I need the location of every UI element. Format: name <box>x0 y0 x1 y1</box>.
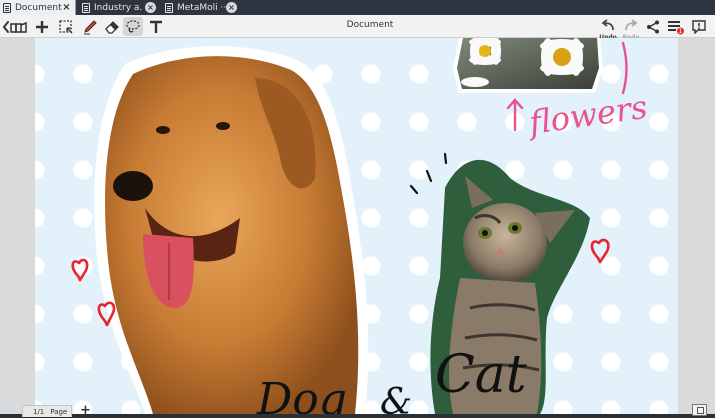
fullscreen-button[interactable] <box>692 404 707 416</box>
undo-button[interactable]: Undo <box>596 16 620 41</box>
redo-icon <box>625 19 638 31</box>
plus-icon <box>36 20 48 33</box>
document-icon <box>165 2 173 13</box>
page-number: 1/1 <box>33 407 45 416</box>
tab-document[interactable]: Document × <box>0 0 76 15</box>
lasso-icon <box>126 19 140 32</box>
undo-icon <box>601 19 614 31</box>
share-icon <box>647 20 659 33</box>
add-button[interactable] <box>32 17 52 36</box>
speech-bubble-icon <box>692 19 706 34</box>
text-icon <box>150 20 162 33</box>
redo-button[interactable]: Redo <box>619 16 643 41</box>
close-tab-icon[interactable]: × <box>226 2 237 13</box>
dog-photo[interactable] <box>94 46 369 414</box>
toolbar: Document Undo Redo 1 <box>0 15 715 41</box>
tab-label: MetaMoli ··· <box>177 2 230 13</box>
tab-industry[interactable]: Industry a. × <box>79 0 159 15</box>
flowers-text: flowers <box>525 88 650 142</box>
excitement-marks <box>409 152 448 195</box>
note-canvas[interactable]: flowers Dog & Cat <box>35 38 678 414</box>
back-to-library-button[interactable] <box>2 17 28 36</box>
page-label: Page <box>50 407 68 416</box>
close-tab-icon[interactable]: × <box>61 2 72 13</box>
document-icon <box>3 2 11 13</box>
tab-bar: Document × Industry a. × MetaMoli ··· × <box>0 0 715 15</box>
add-page-button[interactable]: + <box>80 403 91 418</box>
menu-icon: 1 <box>668 20 684 35</box>
page-indicator[interactable]: 1/1 Page <box>22 405 72 417</box>
left-gutter <box>0 38 35 414</box>
close-tab-icon[interactable]: × <box>145 2 156 13</box>
text-tool[interactable] <box>146 17 166 36</box>
page-settings-button[interactable] <box>56 17 76 36</box>
document-title: Document <box>346 20 394 30</box>
lasso-tool[interactable] <box>123 17 143 36</box>
share-button[interactable] <box>644 17 662 36</box>
canvas-drawing: flowers Dog & Cat <box>71 38 650 414</box>
back-library-icon <box>2 20 27 33</box>
ampersand-text: & <box>380 382 412 414</box>
notification-count: 1 <box>679 28 683 35</box>
tab-label: Document <box>15 2 62 13</box>
cat-text: Cat <box>435 345 527 405</box>
daisy-photo[interactable] <box>453 38 603 93</box>
eraser-tool[interactable] <box>102 17 122 36</box>
right-gutter <box>678 38 715 414</box>
eraser-icon <box>105 20 119 34</box>
tab-label: Industry a. <box>94 2 143 13</box>
document-icon <box>82 2 90 13</box>
dog-text: Dog <box>256 374 347 414</box>
pen-tool[interactable] <box>80 17 100 36</box>
tab-metamoli[interactable]: MetaMoli ··· × <box>162 0 240 15</box>
menu-button[interactable]: 1 <box>666 17 686 36</box>
page-select-icon <box>59 19 73 33</box>
feedback-button[interactable] <box>690 17 708 36</box>
pen-icon <box>84 19 97 34</box>
